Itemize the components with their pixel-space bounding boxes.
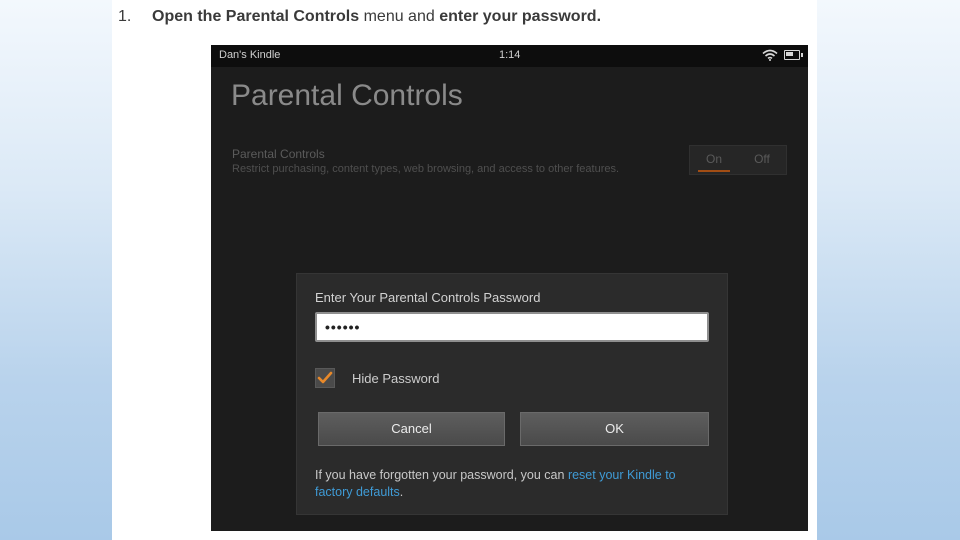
help-text: If you have forgotten your password, you…: [315, 468, 568, 482]
checkmark-icon: [317, 371, 333, 384]
hide-password-checkbox[interactable]: [315, 368, 335, 388]
help-end: .: [399, 485, 404, 499]
forgot-password-help: If you have forgotten your password, you…: [315, 467, 715, 501]
toggle-on[interactable]: On: [690, 146, 738, 174]
parental-controls-toggle[interactable]: On Off: [689, 145, 787, 175]
status-icons: [762, 49, 803, 61]
toggle-off[interactable]: Off: [738, 146, 786, 174]
hide-password-option[interactable]: Hide Password: [315, 368, 439, 388]
wifi-icon: [762, 49, 778, 61]
step-number: 1.: [118, 8, 132, 25]
kindle-screen: Dan's Kindle 1:14 Parental Controls Pare…: [211, 45, 808, 531]
slide: 1. Open the Parental Controls menu and en…: [112, 0, 817, 540]
setting-title: Parental Controls: [232, 147, 325, 161]
instruction-end: .: [596, 8, 602, 25]
dialog-title: Enter Your Parental Controls Password: [315, 290, 541, 305]
cancel-button[interactable]: Cancel: [318, 412, 505, 446]
ok-button[interactable]: OK: [520, 412, 709, 446]
hide-password-label: Hide Password: [352, 370, 440, 386]
parental-controls-setting: Parental Controls Restrict purchasing, c…: [211, 135, 808, 181]
setting-description: Restrict purchasing, content types, web …: [232, 163, 620, 175]
password-dialog: Enter Your Parental Controls Password ••…: [296, 273, 728, 515]
instruction-bold-2: enter your password: [439, 8, 597, 25]
battery-icon: [784, 50, 803, 60]
page-title: Parental Controls: [231, 79, 463, 112]
clock: 1:14: [499, 49, 521, 61]
instruction-plain: menu and: [359, 8, 440, 25]
device-name: Dan's Kindle: [219, 49, 281, 61]
instruction-text: 1. Open the Parental Controls menu and en…: [118, 8, 808, 26]
instruction-bold-1: Open the Parental Controls: [152, 8, 360, 25]
password-input[interactable]: ••••••: [315, 312, 709, 342]
status-bar: Dan's Kindle 1:14: [211, 45, 808, 67]
